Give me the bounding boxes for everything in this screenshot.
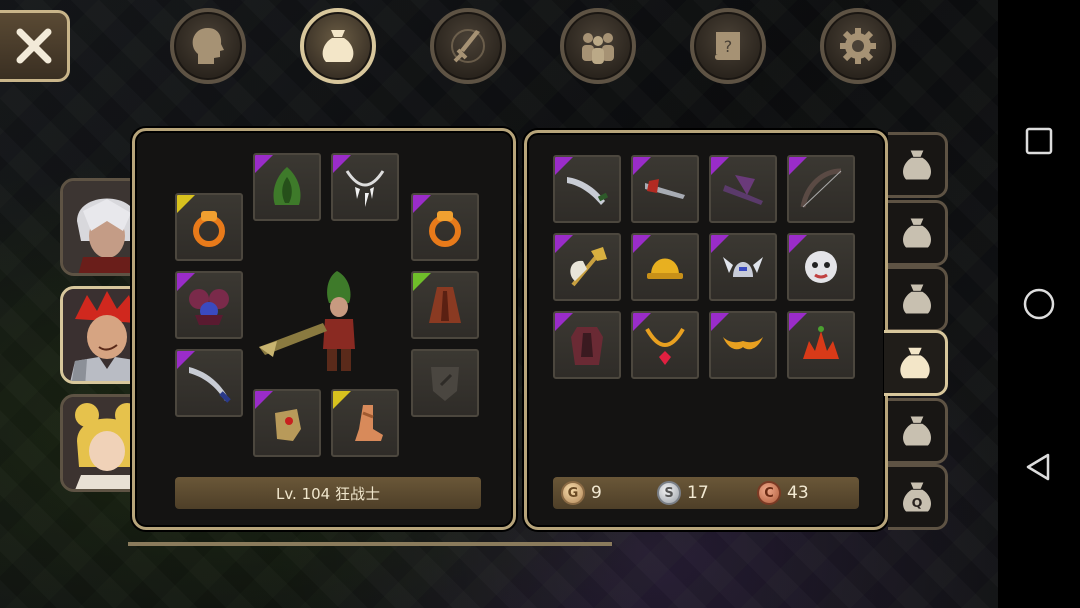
bag-icon bbox=[902, 218, 931, 248]
silver-coin-icon: S bbox=[657, 481, 681, 505]
character-preview-sprite bbox=[259, 271, 355, 371]
gold-currency: G 9 bbox=[561, 481, 657, 505]
bag-icon bbox=[902, 284, 931, 314]
inventory-slot[interactable] bbox=[631, 155, 699, 223]
bag-tab-quest[interactable]: Q bbox=[888, 464, 948, 530]
inventory-slot[interactable] bbox=[631, 233, 699, 301]
bag-icon bbox=[902, 150, 931, 180]
copper-coin-icon: C bbox=[757, 481, 781, 505]
equip-slot-boots[interactable] bbox=[331, 389, 399, 457]
recent-apps-button[interactable] bbox=[1019, 121, 1059, 161]
tab-inventory[interactable] bbox=[300, 8, 376, 84]
inventory-slot[interactable] bbox=[787, 155, 855, 223]
ring-icon bbox=[429, 211, 461, 247]
svg-text:?: ? bbox=[724, 37, 733, 56]
inventory-slot[interactable] bbox=[709, 155, 777, 223]
android-navigation-bar bbox=[998, 0, 1080, 608]
fang-necklace-icon bbox=[345, 170, 385, 207]
scroll-icon: ? bbox=[715, 32, 740, 60]
triangle-back-icon bbox=[1026, 453, 1050, 480]
equip-slot-shoulder[interactable] bbox=[175, 271, 243, 339]
equip-slot-helmet[interactable] bbox=[253, 153, 321, 221]
equip-slot-ring-right[interactable] bbox=[411, 193, 479, 261]
cloak-icon bbox=[429, 287, 461, 323]
close-button[interactable] bbox=[0, 10, 70, 82]
sword-icon bbox=[451, 29, 485, 63]
back-button[interactable] bbox=[1019, 447, 1059, 487]
golden-helm-icon bbox=[647, 258, 683, 279]
shield-placeholder-icon bbox=[431, 367, 459, 401]
equip-slot-gloves[interactable] bbox=[253, 389, 321, 457]
gauntlet-icon bbox=[275, 409, 301, 441]
golden-axe-icon bbox=[570, 247, 607, 287]
tab-character[interactable] bbox=[170, 8, 246, 84]
inventory-slot[interactable] bbox=[787, 233, 855, 301]
crossbow-icon bbox=[645, 179, 685, 199]
gold-coin-icon: G bbox=[561, 481, 585, 505]
bow-icon bbox=[800, 168, 842, 208]
tab-quests[interactable]: ? bbox=[690, 8, 766, 84]
beast-mask-icon bbox=[805, 251, 837, 283]
bag-icon bbox=[899, 347, 930, 379]
green-hood-icon bbox=[273, 167, 301, 205]
inventory-slot[interactable] bbox=[553, 311, 621, 379]
circle-icon bbox=[1023, 288, 1055, 320]
copper-amount: 43 bbox=[787, 483, 809, 503]
head-icon bbox=[192, 28, 224, 64]
equip-slot-weapon[interactable] bbox=[175, 349, 243, 417]
silver-currency: S 17 bbox=[657, 481, 757, 505]
inventory-slot[interactable] bbox=[709, 311, 777, 379]
bag-tab-3[interactable] bbox=[888, 266, 948, 332]
tab-party[interactable] bbox=[560, 8, 636, 84]
silver-amount: 17 bbox=[687, 483, 709, 503]
quest-bag-icon: Q bbox=[902, 482, 931, 512]
dark-axe-icon bbox=[723, 175, 763, 205]
equipment-panel: Lv. 104 狂战士 bbox=[132, 128, 516, 530]
blade-icon bbox=[189, 367, 231, 403]
character-level-class: Lv. 104 狂战士 bbox=[175, 477, 481, 509]
bag-tab-4[interactable] bbox=[884, 330, 948, 396]
bag-icon bbox=[322, 30, 354, 62]
quest-bag-label: Q bbox=[911, 495, 922, 510]
bag-tab-5[interactable] bbox=[888, 398, 948, 464]
flame-crown-icon bbox=[803, 326, 839, 359]
winged-helm-icon bbox=[723, 257, 763, 277]
bag-tab-2[interactable] bbox=[888, 200, 948, 266]
equip-slot-necklace[interactable] bbox=[331, 153, 399, 221]
equip-slot-ring-left[interactable] bbox=[175, 193, 243, 261]
pauldron-icon bbox=[189, 289, 229, 325]
curved-blade-icon bbox=[567, 177, 609, 205]
inventory-slot[interactable] bbox=[631, 311, 699, 379]
equip-slot-cloak[interactable] bbox=[411, 271, 479, 339]
gear-icon bbox=[840, 28, 876, 64]
inventory-slot[interactable] bbox=[709, 233, 777, 301]
square-icon bbox=[1025, 128, 1053, 155]
ruby-necklace-icon bbox=[645, 327, 685, 365]
golden-horns-icon bbox=[723, 337, 763, 350]
inventory-slot[interactable] bbox=[787, 311, 855, 379]
boots-icon bbox=[355, 405, 383, 441]
close-icon bbox=[16, 28, 51, 64]
gold-amount: 9 bbox=[591, 483, 602, 503]
dark-armor-icon bbox=[571, 327, 603, 365]
people-icon bbox=[582, 33, 614, 64]
currency-bar: G 9 S 17 C 43 bbox=[553, 477, 859, 509]
divider-line bbox=[128, 542, 612, 546]
ring-icon bbox=[193, 211, 225, 247]
home-button[interactable] bbox=[1019, 284, 1059, 324]
inventory-slot[interactable] bbox=[553, 155, 621, 223]
equip-slot-shield-empty[interactable] bbox=[411, 349, 479, 417]
tab-settings[interactable] bbox=[820, 8, 896, 84]
copper-currency: C 43 bbox=[757, 481, 809, 505]
inventory-slot[interactable] bbox=[553, 233, 621, 301]
bag-icon bbox=[902, 416, 931, 446]
bag-tab-1[interactable] bbox=[888, 132, 948, 198]
tab-skills[interactable] bbox=[430, 8, 506, 84]
inventory-panel: G 9 S 17 C 43 bbox=[524, 130, 888, 530]
